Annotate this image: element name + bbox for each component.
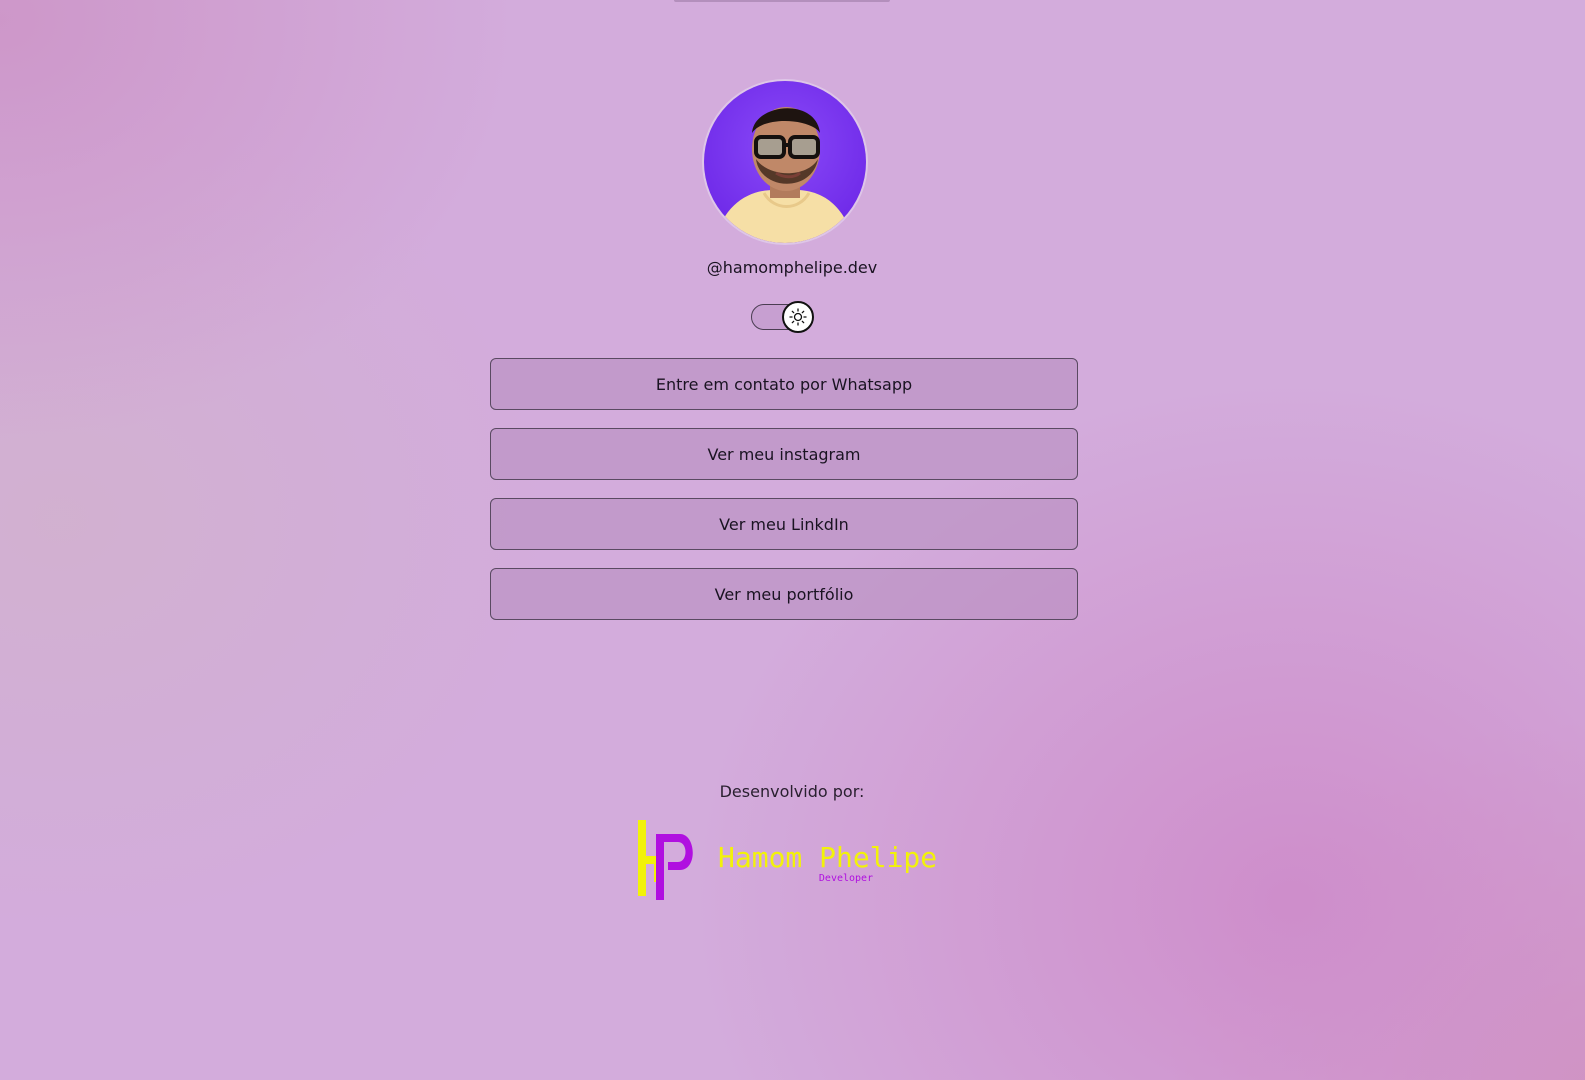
instagram-link-button[interactable]: Ver meu instagram <box>490 428 1078 480</box>
developed-by-label: Desenvolvido por: <box>719 782 865 801</box>
hp-logo-icon <box>638 820 693 900</box>
theme-toggle-knob[interactable] <box>782 301 814 333</box>
sun-icon <box>789 308 807 326</box>
portfolio-link-button[interactable]: Ver meu portfólio <box>490 568 1078 620</box>
developer-logo[interactable]: Hamom Phelipe Developer <box>636 820 956 900</box>
link-list: Entre em contato por Whatsapp Ver meu in… <box>490 358 1078 638</box>
avatar <box>704 81 866 243</box>
logo-name: Hamom Phelipe <box>718 841 938 874</box>
top-edge-bar <box>674 0 890 2</box>
linkedin-link-button[interactable]: Ver meu LinkdIn <box>490 498 1078 550</box>
whatsapp-link-button[interactable]: Entre em contato por Whatsapp <box>490 358 1078 410</box>
profile-username: @hamomphelipe.dev <box>706 258 878 277</box>
avatar-photo <box>704 81 866 243</box>
logo-subtitle: Developer <box>818 873 874 884</box>
